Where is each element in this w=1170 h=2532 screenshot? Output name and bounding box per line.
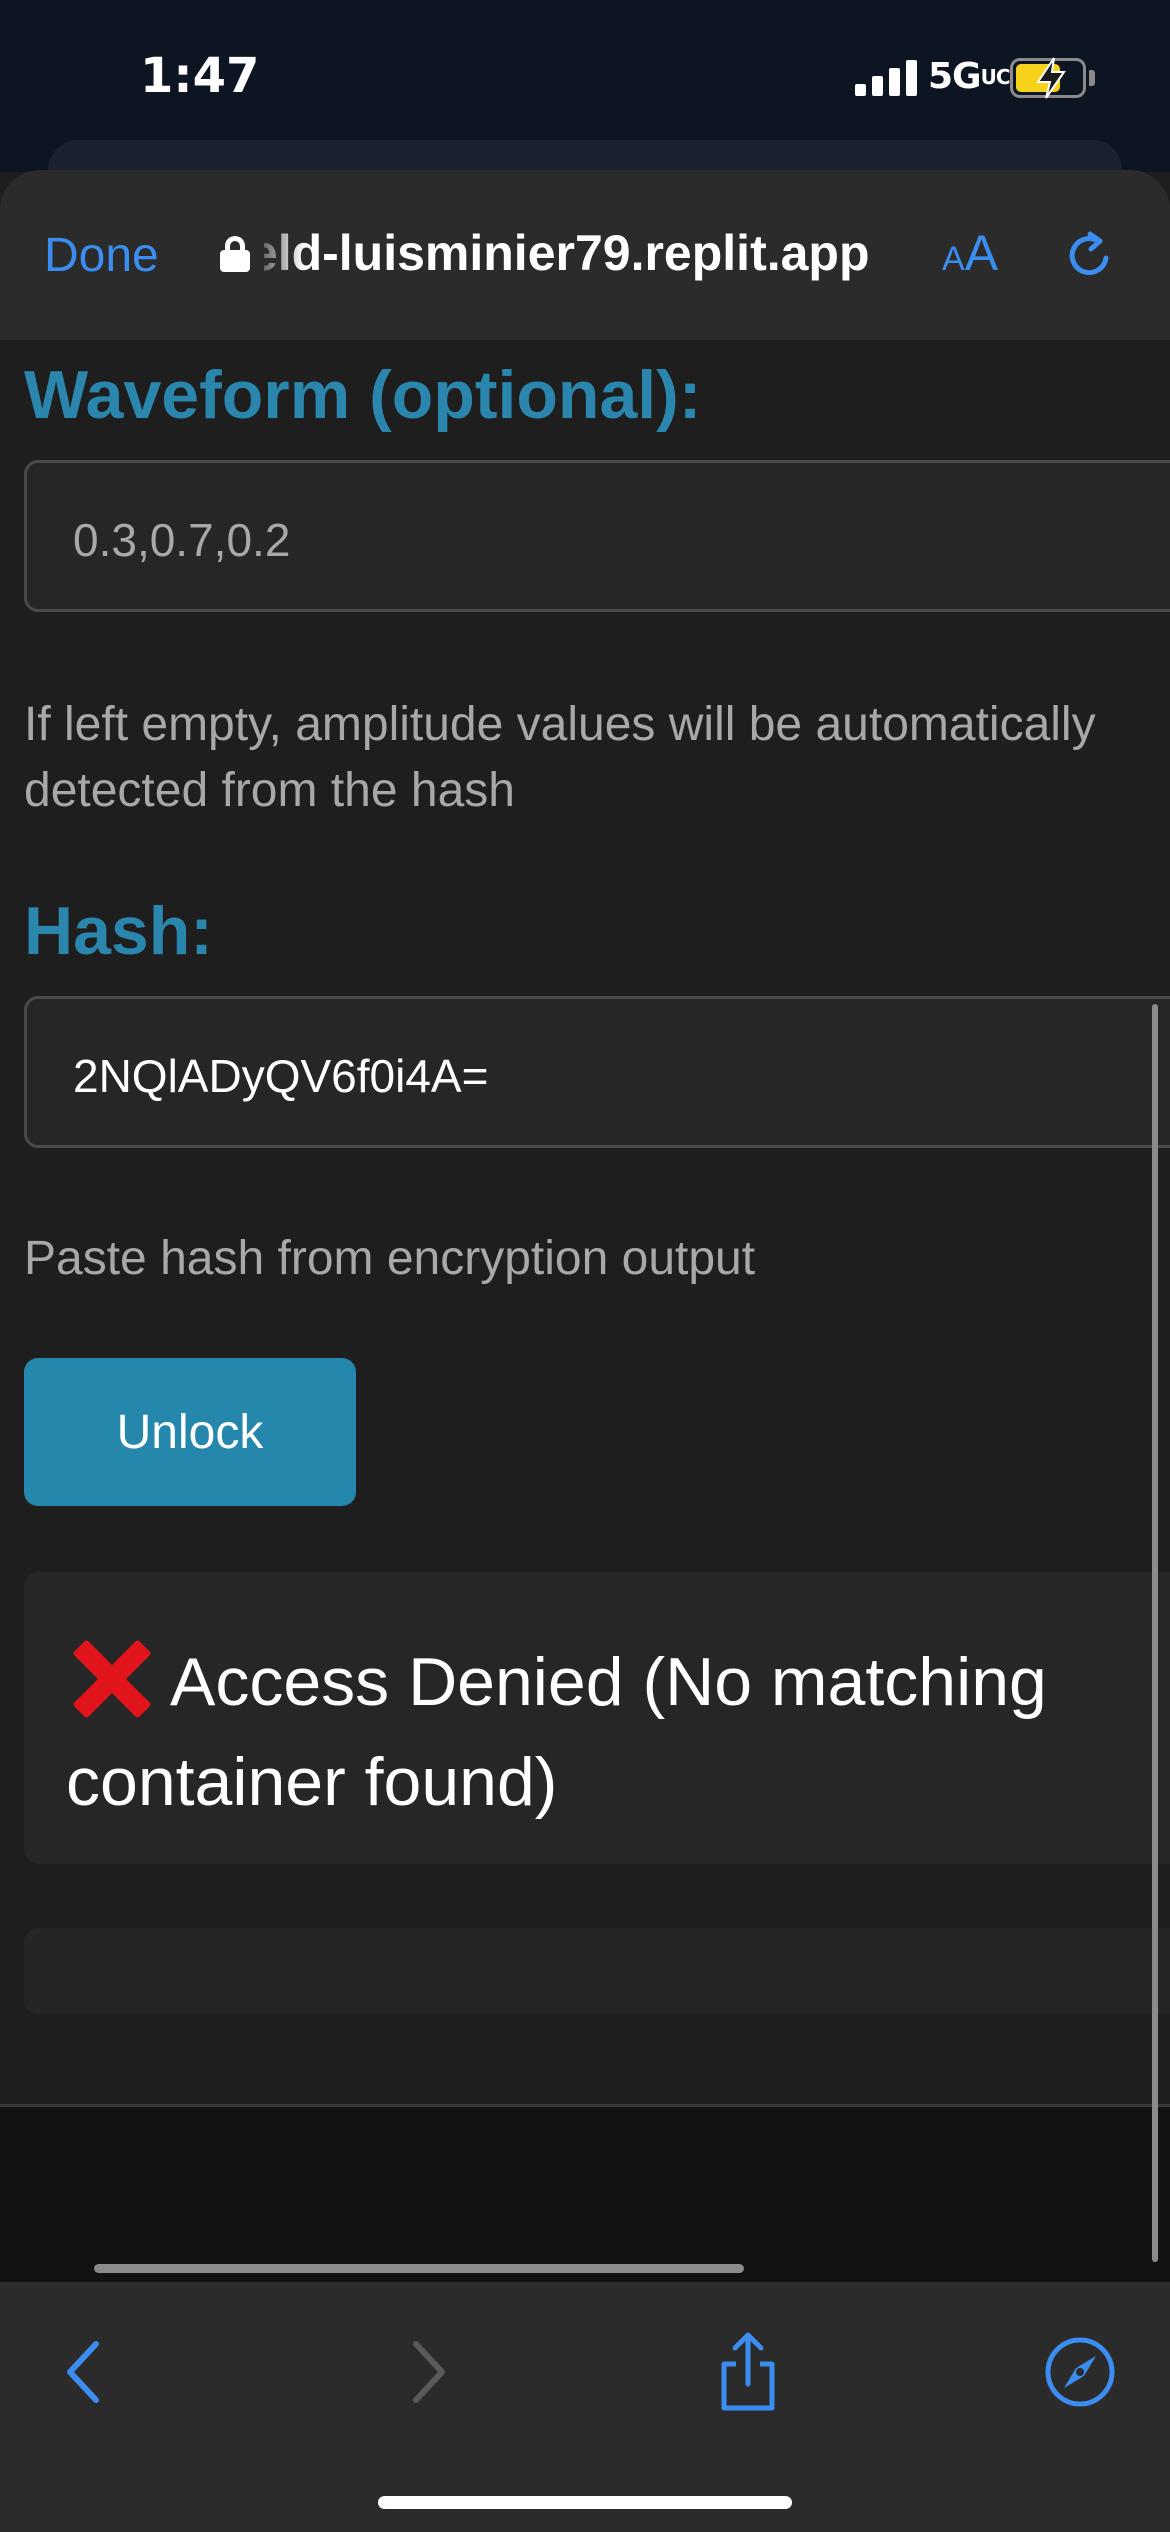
waveform-value: 0.3,0.7,0.2 (73, 514, 291, 566)
waveform-input[interactable]: 0.3,0.7,0.2 (24, 460, 1170, 612)
waveform-label: Waveform (optional): (24, 357, 702, 433)
network-type: 5GUC (928, 56, 1011, 97)
charging-bolt-icon (1036, 57, 1066, 99)
hash-label: Hash: (24, 893, 213, 969)
hash-hint: Paste hash from encryption output (24, 1232, 756, 1285)
hash-input[interactable]: 2NQlADyQV6f0i4A= (24, 996, 1170, 1148)
share-icon[interactable] (708, 2332, 788, 2412)
signal-icon (855, 60, 917, 96)
compass-icon[interactable] (1040, 2332, 1120, 2412)
address-bar[interactable]: ield-luisminier79.replit.app (220, 222, 900, 286)
reload-icon[interactable] (1062, 228, 1118, 284)
horizontal-scrollbar[interactable] (94, 2264, 744, 2273)
done-button[interactable]: Done (44, 228, 159, 283)
browser-toolbar (0, 2282, 1170, 2532)
lock-icon (220, 236, 250, 272)
hash-value: 2NQlADyQV6f0i4A= (73, 1050, 489, 1102)
cross-mark-icon (66, 1637, 156, 1717)
status-time: 1:47 (140, 48, 260, 104)
result-message: Access Denied (No matching container fou… (66, 1632, 1146, 1832)
result-panel: Access Denied (No matching container fou… (24, 1572, 1170, 1864)
page-content: Waveform (optional): 0.3,0.7,0.2 If left… (0, 340, 1170, 2105)
browser-header: Done ield-luisminier79.replit.app AA (0, 170, 1170, 340)
back-icon[interactable] (48, 2332, 128, 2412)
page-footer (0, 2107, 1170, 2282)
vertical-scrollbar[interactable] (1152, 1004, 1158, 2262)
unlock-button[interactable]: Unlock (24, 1358, 356, 1506)
empty-output-box (24, 1928, 1170, 2014)
text-size-button[interactable]: AA (942, 224, 998, 282)
waveform-hint: If left empty, amplitude values will be … (24, 698, 1096, 817)
forward-icon[interactable] (384, 2332, 464, 2412)
url-text: ield-luisminier79.replit.app (236, 225, 870, 281)
home-indicator[interactable] (378, 2496, 792, 2509)
